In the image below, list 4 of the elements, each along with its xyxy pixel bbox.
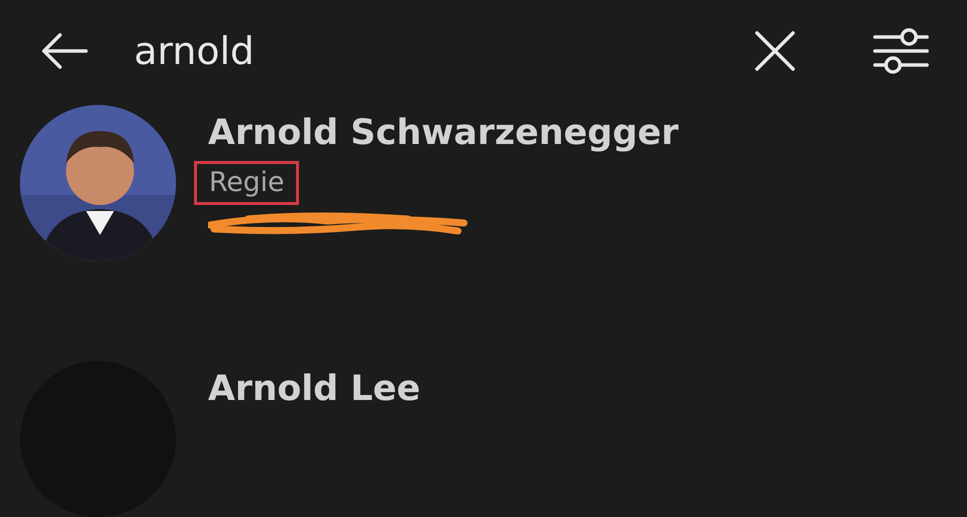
person-name: Arnold Lee [208, 368, 420, 411]
role-label: Regie [194, 161, 300, 205]
search-field[interactable]: arnold [134, 20, 751, 80]
person-name: Arnold Schwarzenegger [208, 112, 679, 155]
